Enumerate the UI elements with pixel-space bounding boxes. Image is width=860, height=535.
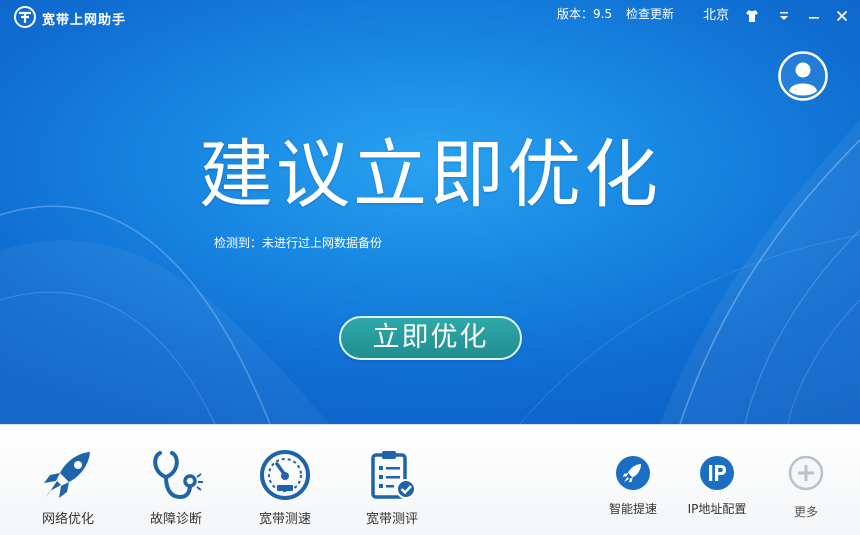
- tool-broadband-speedtest[interactable]: 宽带测速: [235, 425, 335, 535]
- tool-smart-speedup[interactable]: 智能提速: [593, 425, 673, 535]
- tshirt-icon[interactable]: [744, 8, 760, 24]
- app-window: 宽带上网助手 版本：9.5 检查更新 北京 建议立即优化 检测到：未进行过上网数…: [0, 0, 860, 535]
- tool-label: 网络优化: [41, 512, 94, 527]
- mini-tool-label: IP地址配置: [687, 502, 747, 516]
- clipboard-check-icon: [371, 451, 416, 499]
- plus-circle-icon: [788, 455, 824, 491]
- optimize-now-button[interactable]: 立即优化: [339, 316, 522, 360]
- city-selector[interactable]: 北京: [703, 4, 729, 23]
- speedometer-icon: [260, 450, 310, 500]
- rocket-icon: [44, 452, 90, 498]
- minimize-icon[interactable]: [806, 8, 822, 24]
- ip-badge-icon: [700, 456, 734, 490]
- tool-broadband-evaluation[interactable]: 宽带测评: [342, 425, 442, 535]
- tool-ip-config[interactable]: IP地址配置: [677, 425, 757, 535]
- check-update-link[interactable]: 检查更新: [626, 5, 674, 22]
- headline: 建议立即优化: [199, 132, 661, 218]
- detect-label: 检测到：: [214, 236, 263, 250]
- detect-status: 检测到：未进行过上网数据备份: [214, 234, 382, 251]
- mini-tool-label: 更多: [793, 505, 818, 519]
- stethoscope-icon: [153, 451, 203, 500]
- title-bar: 宽带上网助手 版本：9.5 检查更新 北京: [0, 0, 860, 30]
- bottom-toolbar: 网络优化 故障诊断 宽带测速 宽带测评 智能提速 IP地址配置 更多: [0, 424, 860, 535]
- user-avatar-icon[interactable]: [778, 51, 828, 101]
- close-icon[interactable]: [834, 8, 850, 24]
- tool-label: 故障诊断: [149, 512, 202, 527]
- app-logo-icon: [14, 6, 36, 28]
- version-label: 版本：9.5: [557, 7, 613, 21]
- tool-network-optimize[interactable]: 网络优化: [18, 425, 118, 535]
- tool-more[interactable]: 更多: [766, 425, 846, 535]
- detect-value: 未进行过上网数据备份: [262, 236, 383, 250]
- app-title: 宽带上网助手: [42, 13, 127, 28]
- rocket-badge-icon: [616, 456, 650, 490]
- hero-panel: 宽带上网助手 版本：9.5 检查更新 北京 建议立即优化 检测到：未进行过上网数…: [0, 0, 860, 424]
- mini-tool-label: 智能提速: [608, 502, 657, 516]
- dropdown-menu-icon[interactable]: [776, 8, 792, 24]
- tool-fault-diagnosis[interactable]: 故障诊断: [126, 425, 226, 535]
- tool-label: 宽带测速: [258, 512, 311, 527]
- tool-label: 宽带测评: [365, 512, 418, 527]
